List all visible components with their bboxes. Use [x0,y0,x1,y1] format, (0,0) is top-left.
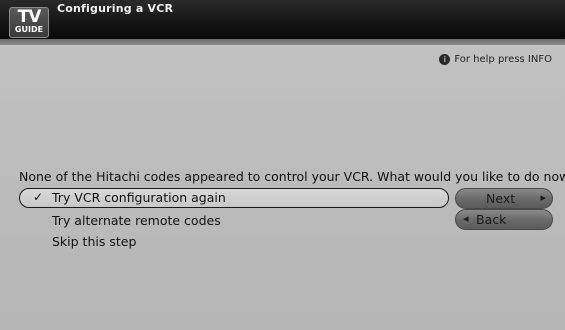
arrow-right-icon: ▸ [540,191,546,204]
option-label: Try VCR configuration again [52,190,226,205]
arrow-left-icon: ◂ [463,212,469,225]
title-bar: TV GUIDE Configuring a VCR [0,0,565,39]
help-hint: i For help press INFO [439,54,552,65]
info-icon: i [439,54,451,65]
prompt-text: None of the Hitachi codes appeared to co… [19,169,565,184]
logo-tv-text: TV [17,7,42,27]
help-text: For help press INFO [454,54,552,65]
logo-guide-text: GUIDE [14,25,44,34]
screen: TV GUIDE Configuring a VCR i For help pr… [0,0,565,330]
next-button[interactable]: Next ▸ [455,188,553,209]
page-title: Configuring a VCR [57,2,174,15]
back-button[interactable]: ◂ Back [455,209,553,230]
option-alternate-codes[interactable]: Try alternate remote codes [52,213,221,228]
option-skip-step[interactable]: Skip this step [52,234,136,249]
back-label: Back [476,212,507,227]
tv-guide-logo: TV GUIDE [9,7,49,38]
checkmark-icon: ✓ [33,190,44,204]
option-try-again[interactable]: ✓ Try VCR configuration again [19,188,449,208]
next-label: Next [486,191,516,206]
title-divider [0,39,565,45]
